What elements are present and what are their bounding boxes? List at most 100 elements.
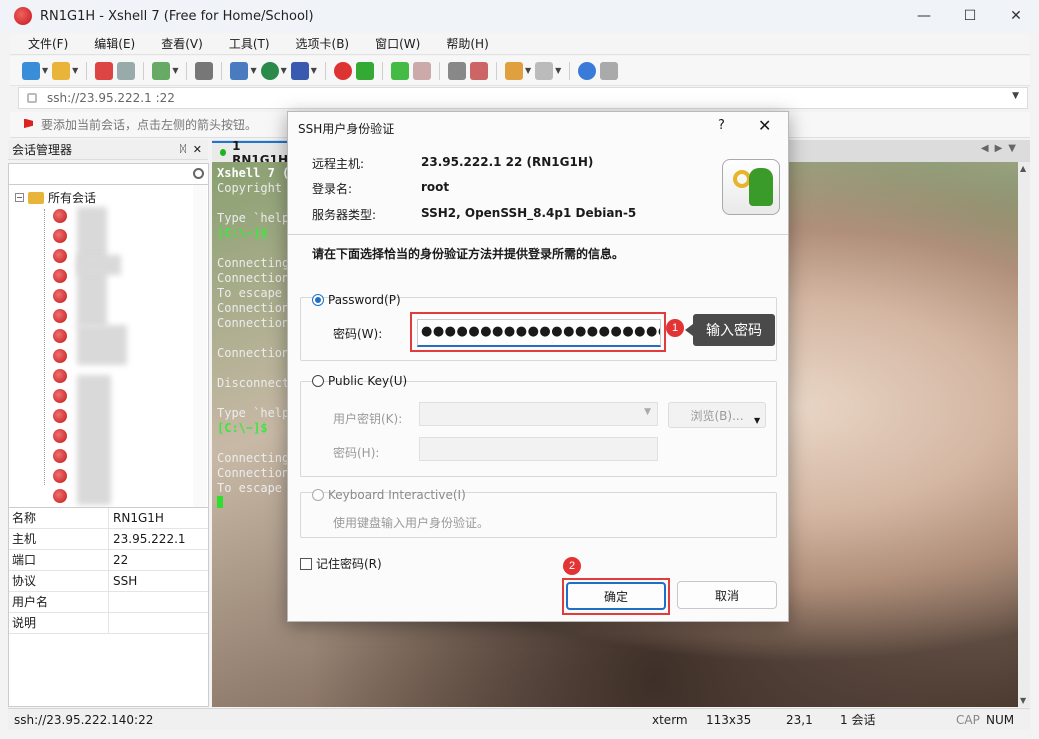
property-key: 用户名 xyxy=(9,592,109,612)
open-folder-icon[interactable] xyxy=(52,61,71,80)
remember-password-checkbox[interactable]: 记住密码(R) xyxy=(300,555,382,572)
xshell-icon[interactable] xyxy=(333,61,352,80)
property-row: 说明 xyxy=(9,613,208,634)
publickey-radio[interactable]: Public Key(U) xyxy=(312,374,407,388)
close-window-button[interactable]: ✕ xyxy=(993,0,1039,32)
browse-dropdown-icon[interactable]: ▼ xyxy=(754,416,760,425)
terminal-line: [C:\~]$ xyxy=(217,226,268,240)
search-icon[interactable] xyxy=(193,168,204,179)
password-radio-label: Password(P) xyxy=(328,293,401,307)
user-key-select[interactable]: ▼ xyxy=(419,402,658,426)
step-badge-2: 2 xyxy=(563,557,581,575)
session-item-icon[interactable] xyxy=(53,409,67,423)
terminal-line: Connection xyxy=(217,301,290,315)
menu-window[interactable]: 窗口(W) xyxy=(357,35,428,52)
collapse-icon[interactable]: − xyxy=(15,193,24,202)
address-bar[interactable]: ssh://23.95.222.1 :22 ▼ xyxy=(18,87,1028,109)
cancel-button[interactable]: 取消 xyxy=(677,581,777,609)
terminal-line: Copyright xyxy=(217,181,283,195)
property-key: 端口 xyxy=(9,550,109,570)
tab-rn1g1h[interactable]: 1 RN1G1H xyxy=(212,139,292,167)
browse-button[interactable]: 浏览(B)... xyxy=(668,402,766,428)
property-value: RN1G1H xyxy=(113,511,164,525)
menu-tools[interactable]: 工具(T) xyxy=(211,35,278,52)
maximize-button[interactable]: ☐ xyxy=(947,0,993,32)
add-tab-icon[interactable] xyxy=(504,61,523,80)
menu-view[interactable]: 查看(V) xyxy=(143,35,211,52)
session-tree-scrollbar[interactable] xyxy=(193,185,207,507)
terminal-scrollbar[interactable]: ▲ ▼ xyxy=(1018,162,1030,707)
new-session-icon[interactable] xyxy=(22,61,40,80)
session-item-icon[interactable] xyxy=(53,449,67,463)
close-icon[interactable]: ✕ xyxy=(193,143,202,156)
session-item-icon[interactable] xyxy=(53,249,67,263)
session-search-input[interactable] xyxy=(8,163,209,185)
session-item-icon[interactable] xyxy=(53,329,67,343)
flag-icon[interactable] xyxy=(24,118,33,129)
address-text: ssh://23.95.222.1 :22 xyxy=(47,91,175,105)
lock-icon[interactable] xyxy=(412,61,431,80)
session-item-icon[interactable] xyxy=(53,429,67,443)
terminal-line: Connection xyxy=(217,316,290,330)
passphrase-input[interactable] xyxy=(419,437,658,461)
menu-edit[interactable]: 编辑(E) xyxy=(76,35,143,52)
help-button[interactable]: ? xyxy=(718,118,725,133)
chat-icon[interactable] xyxy=(600,61,619,80)
scroll-down-icon[interactable]: ▼ xyxy=(1020,696,1026,705)
session-item-icon[interactable] xyxy=(53,289,67,303)
instruction-text: 请在下面选择恰当的身份验证方法并提供登录所需的信息。 xyxy=(312,247,625,261)
minimize-button[interactable]: — xyxy=(901,0,947,32)
highlight-icon[interactable] xyxy=(469,61,488,80)
radio-unselected-icon xyxy=(312,375,324,387)
session-item-icon[interactable] xyxy=(53,309,67,323)
password-radio[interactable]: Password(P) xyxy=(312,293,401,307)
connect-icon[interactable] xyxy=(95,61,114,80)
property-value: 22 xyxy=(113,553,129,567)
session-item-icon[interactable] xyxy=(53,369,67,383)
session-item-icon[interactable] xyxy=(53,229,67,243)
session-item-icon[interactable] xyxy=(53,209,67,223)
status-sessions: 1 会话 xyxy=(840,713,876,727)
keyboard-icon[interactable] xyxy=(447,61,466,80)
menu-tab[interactable]: 选项卡(B) xyxy=(278,35,358,52)
tree-root-all-sessions[interactable]: − 所有会话 xyxy=(15,189,96,206)
xftp-icon[interactable] xyxy=(355,61,374,80)
session-item-icon[interactable] xyxy=(53,489,67,503)
menu-bar: 文件(F) 编辑(E) 查看(V) 工具(T) 选项卡(B) 窗口(W) 帮助(… xyxy=(10,33,1030,55)
session-properties: 名称 RN1G1H 主机 23.95.222.1 端口 22 协议 SSH 用户名 说明 xyxy=(8,507,209,707)
step-badge-1: 1 xyxy=(666,319,684,337)
property-value xyxy=(109,592,113,612)
terminal-output: Xshell 7 ( Copyright Type `help [C:\~]$ … xyxy=(217,166,289,512)
layout-icon[interactable] xyxy=(230,61,249,80)
radio-unselected-icon xyxy=(312,489,324,501)
keyboard-radio-label: Keyboard Interactive(I) xyxy=(328,488,466,502)
font-icon[interactable] xyxy=(290,61,309,80)
ok-button[interactable]: 确定 xyxy=(566,582,666,610)
tile-icon[interactable] xyxy=(535,61,554,80)
help-icon[interactable] xyxy=(578,61,597,80)
title-bar: RN1G1H - Xshell 7 (Free for Home/School)… xyxy=(0,0,1039,32)
session-item-icon[interactable] xyxy=(53,269,67,283)
terminal-line: To escape xyxy=(217,286,283,300)
chevron-down-icon[interactable]: ▼ xyxy=(1012,91,1019,101)
find-icon[interactable] xyxy=(195,61,214,80)
tab-nav-arrows-icon[interactable]: ◀▶▼ xyxy=(981,143,1022,154)
session-item-icon[interactable] xyxy=(53,469,67,483)
globe-icon[interactable] xyxy=(260,61,279,80)
menu-help[interactable]: 帮助(H) xyxy=(428,35,496,52)
menu-file[interactable]: 文件(F) xyxy=(10,35,76,52)
session-item-icon[interactable] xyxy=(53,389,67,403)
pin-icon[interactable]: ᛞ xyxy=(180,144,186,155)
fullscreen-icon[interactable] xyxy=(390,61,409,80)
password-input[interactable]: ●●●●●●●●●●●●●●●●●●●●●●●●●●●● xyxy=(417,319,661,347)
disconnect-icon[interactable] xyxy=(117,61,136,80)
dialog-close-button[interactable]: ✕ xyxy=(758,116,771,135)
scroll-up-icon[interactable]: ▲ xyxy=(1020,164,1026,173)
session-item-icon[interactable] xyxy=(53,349,67,363)
terminal-line: [C:\~]$ xyxy=(217,421,268,435)
dialog-title: SSH用户身份验证 xyxy=(298,122,395,136)
keyboard-interactive-radio[interactable]: Keyboard Interactive(I) xyxy=(312,488,466,502)
keyboard-desc: 使用键盘输入用户身份验证。 xyxy=(333,516,490,530)
properties-icon[interactable] xyxy=(152,61,171,80)
terminal-line: Xshell 7 ( xyxy=(217,166,290,180)
